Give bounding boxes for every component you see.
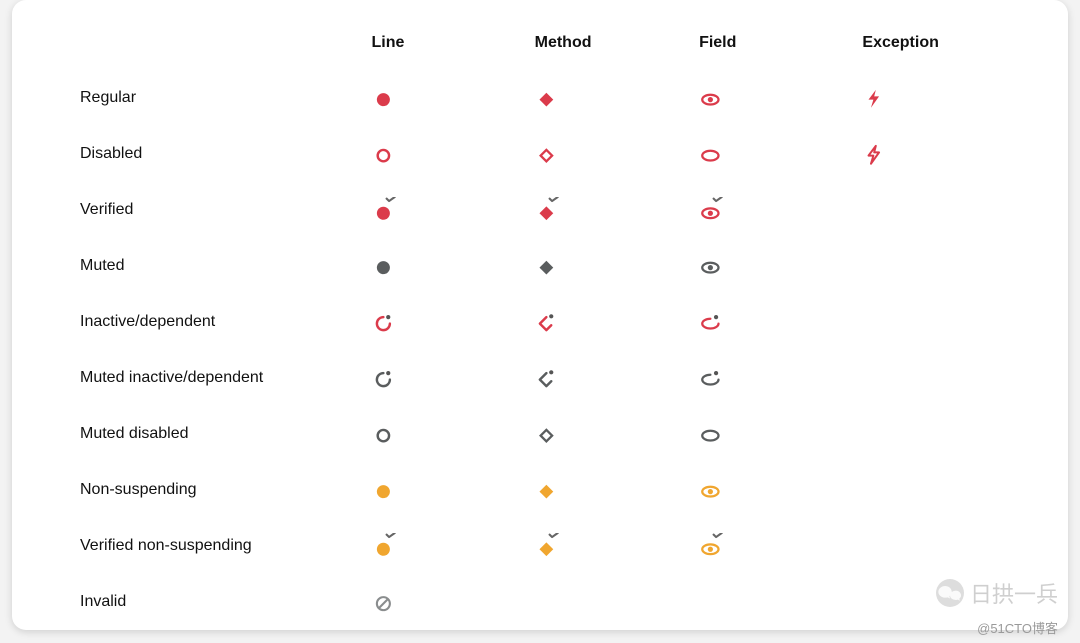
eye-solid-check-icon <box>699 197 725 223</box>
breakpoint-icons-table: LineMethodFieldException RegularDisabled… <box>72 24 1020 630</box>
table-row: Invalid <box>72 574 1020 630</box>
circle-solid-icon <box>372 477 398 503</box>
diamond-solid-icon <box>535 477 561 503</box>
circle-solid-check-icon <box>372 533 398 559</box>
icon-cell <box>364 70 527 126</box>
table-row: Muted disabled <box>72 406 1020 462</box>
diamond-depend-icon <box>535 309 561 335</box>
diamond-solid-icon <box>535 85 561 111</box>
icon-cell <box>854 294 1020 350</box>
invalid-icon <box>372 589 398 615</box>
icon-cell <box>691 462 854 518</box>
icon-cell <box>527 294 691 350</box>
circle-solid-icon <box>372 253 398 279</box>
breakpoint-icons-card: LineMethodFieldException RegularDisabled… <box>12 0 1068 630</box>
column-header-empty <box>72 24 364 70</box>
icon-cell <box>527 574 691 630</box>
icon-cell <box>527 238 691 294</box>
row-label: Invalid <box>72 574 364 630</box>
icon-cell <box>364 238 527 294</box>
diamond-solid-check-icon <box>535 197 561 223</box>
icon-cell <box>364 518 527 574</box>
column-header-method: Method <box>527 24 691 70</box>
eye-solid-icon <box>699 85 725 111</box>
diamond-solid-icon <box>535 253 561 279</box>
row-label: Non-suspending <box>72 462 364 518</box>
table-row: Verified <box>72 182 1020 238</box>
table-row: Inactive/dependent <box>72 294 1020 350</box>
icon-cell <box>527 126 691 182</box>
icon-cell <box>527 406 691 462</box>
row-label: Regular <box>72 70 364 126</box>
icon-cell <box>691 574 854 630</box>
icon-cell <box>691 294 854 350</box>
icon-cell <box>527 182 691 238</box>
eye-depend-icon <box>699 365 725 391</box>
icon-cell <box>364 294 527 350</box>
icon-cell <box>364 406 527 462</box>
row-label: Disabled <box>72 126 364 182</box>
icon-cell <box>691 182 854 238</box>
icon-cell <box>364 182 527 238</box>
icon-cell <box>364 350 527 406</box>
icon-cell <box>854 182 1020 238</box>
icon-cell <box>527 70 691 126</box>
bolt-solid-icon <box>862 85 888 111</box>
icon-cell <box>854 462 1020 518</box>
bolt-outline-icon <box>862 141 888 167</box>
icon-cell <box>691 350 854 406</box>
eye-depend-icon <box>699 309 725 335</box>
circle-outline-icon <box>372 421 398 447</box>
table-row: Verified non-suspending <box>72 518 1020 574</box>
icon-cell <box>854 126 1020 182</box>
icon-cell <box>527 518 691 574</box>
icon-cell <box>364 574 527 630</box>
table-head: LineMethodFieldException <box>72 24 1020 70</box>
circle-solid-icon <box>372 85 398 111</box>
eye-outline-icon <box>699 421 725 447</box>
icon-cell <box>691 126 854 182</box>
row-label: Verified <box>72 182 364 238</box>
diamond-depend-icon <box>535 365 561 391</box>
eye-outline-icon <box>699 141 725 167</box>
circle-depend-icon <box>372 309 398 335</box>
icon-cell <box>854 238 1020 294</box>
row-label: Inactive/dependent <box>72 294 364 350</box>
icon-cell <box>691 518 854 574</box>
column-header-exception: Exception <box>854 24 1020 70</box>
circle-solid-check-icon <box>372 197 398 223</box>
icon-cell <box>691 238 854 294</box>
icon-cell <box>527 350 691 406</box>
icon-cell <box>854 406 1020 462</box>
eye-solid-icon <box>699 253 725 279</box>
row-label: Muted disabled <box>72 406 364 462</box>
diamond-outline-icon <box>535 421 561 447</box>
table-body: RegularDisabledVerifiedMutedInactive/dep… <box>72 70 1020 630</box>
icon-cell <box>527 462 691 518</box>
row-label: Muted <box>72 238 364 294</box>
column-header-field: Field <box>691 24 854 70</box>
icon-cell <box>364 462 527 518</box>
column-header-line: Line <box>364 24 527 70</box>
table-row: Regular <box>72 70 1020 126</box>
eye-solid-check-icon <box>699 533 725 559</box>
icon-cell <box>364 126 527 182</box>
icon-cell <box>854 574 1020 630</box>
icon-cell <box>691 406 854 462</box>
diamond-solid-check-icon <box>535 533 561 559</box>
table-row: Disabled <box>72 126 1020 182</box>
eye-solid-icon <box>699 477 725 503</box>
table-row: Muted <box>72 238 1020 294</box>
table-row: Non-suspending <box>72 462 1020 518</box>
icon-cell <box>854 70 1020 126</box>
icon-cell <box>691 70 854 126</box>
circle-outline-icon <box>372 141 398 167</box>
row-label: Verified non-suspending <box>72 518 364 574</box>
diamond-outline-icon <box>535 141 561 167</box>
circle-depend-icon <box>372 365 398 391</box>
row-label: Muted inactive/dependent <box>72 350 364 406</box>
icon-cell <box>854 518 1020 574</box>
icon-cell <box>854 350 1020 406</box>
table-row: Muted inactive/dependent <box>72 350 1020 406</box>
